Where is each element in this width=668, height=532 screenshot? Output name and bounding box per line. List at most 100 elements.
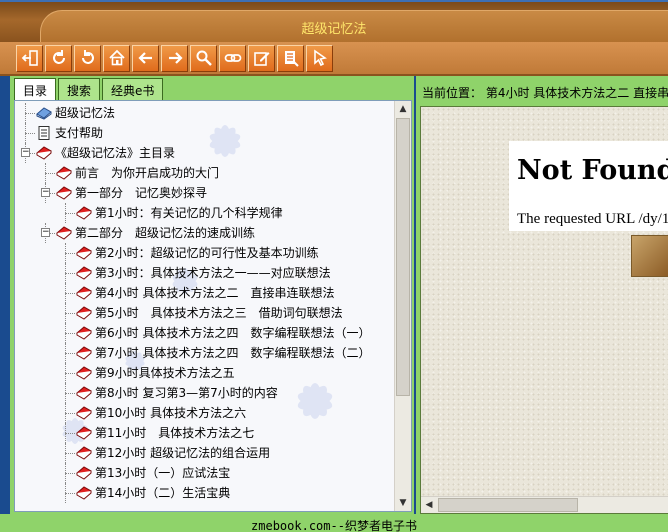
book-red-icon (76, 386, 92, 400)
tree-item[interactable]: 第6小时 具体技术方法之四 数字编程联想法（一） (15, 323, 393, 343)
tree-item-label: 第3小时：具体技术方法之一——对应联想法 (95, 266, 331, 280)
tree-item[interactable]: 第11小时 具体技术方法之七 (15, 423, 393, 443)
page-image (631, 235, 668, 277)
collapse-toggle-icon[interactable]: − (41, 228, 50, 237)
tree-connector (65, 493, 75, 494)
exit-button[interactable] (16, 44, 43, 72)
book-red-icon (76, 406, 92, 420)
tree-item[interactable]: 第12小时 超级记忆法的组合运用 (15, 443, 393, 463)
book-blue-icon (36, 106, 52, 120)
tree-connector (65, 473, 75, 474)
tree-connector (65, 283, 66, 303)
book-red-icon (56, 226, 72, 240)
page-message: The requested URL /dy/1 (517, 211, 668, 227)
tree-item-label: 第1小时：有关记忆的几个科学规律 (95, 206, 283, 220)
scroll-down-icon[interactable]: ▼ (395, 495, 411, 511)
navigation-panel: 目录 搜索 经典e书 超级记忆法支付帮助 − 《超级记忆法》主目录前言 为你开启成功… (10, 76, 414, 514)
tree-item-label: 第5小时 具体技术方法之三 借助词句联想法 (95, 306, 343, 320)
tree-item-label: 前言 为你开启成功的大门 (75, 166, 220, 180)
book-red-icon (76, 486, 92, 500)
tree-item[interactable]: 第1小时：有关记忆的几个科学规律 (15, 203, 393, 223)
tab-classic-ebooks[interactable]: 经典e书 (102, 78, 164, 100)
tree-item[interactable]: 第7小时 具体技术方法之四 数字编程联想法（二） (15, 343, 393, 363)
back-button[interactable] (132, 44, 159, 72)
links-button[interactable] (219, 44, 246, 72)
pointer-button[interactable] (306, 44, 333, 72)
tree-connector (65, 263, 66, 283)
tree-item[interactable]: 超级记忆法 (15, 103, 393, 123)
window-title: 超级记忆法 (301, 22, 367, 37)
tree-item[interactable]: 第5小时 具体技术方法之三 借助词句联想法 (15, 303, 393, 323)
rotate-back-button[interactable] (74, 44, 101, 72)
tree-item-label: 第6小时 具体技术方法之四 数字编程联想法（一） (95, 326, 371, 340)
tree-item[interactable]: 第3小时：具体技术方法之一——对应联想法 (15, 263, 393, 283)
tree-item[interactable]: 支付帮助 (15, 123, 393, 143)
tree-connector (65, 213, 75, 214)
tree-connector (65, 253, 75, 254)
book-red-icon (76, 466, 92, 480)
refresh-button[interactable] (45, 44, 72, 72)
book-red-icon (76, 206, 92, 220)
tree-vertical-scrollbar[interactable]: ▲ ▼ (394, 101, 411, 511)
tree-item-label: 超级记忆法 (55, 106, 116, 120)
tree-connector (65, 303, 66, 323)
home-button[interactable] (103, 44, 130, 72)
tree-item-label: 第一部分 记忆奥妙探寻 (75, 186, 208, 200)
tree-connector (25, 123, 26, 143)
contents-tree-view[interactable]: 超级记忆法支付帮助 − 《超级记忆法》主目录前言 为你开启成功的大门 − 第一部分 记忆… (14, 100, 412, 512)
tree-item[interactable]: 第2小时：超级记忆的可行性及基本功训练 (15, 243, 393, 263)
viewer-horizontal-scrollbar[interactable]: ◀ (421, 496, 668, 513)
tree-item-label: 第9小时具体技术方法之五 (95, 366, 235, 380)
contents-tree: 超级记忆法支付帮助 − 《超级记忆法》主目录前言 为你开启成功的大门 − 第一部分 记忆… (15, 103, 393, 503)
tree-item[interactable]: 前言 为你开启成功的大门 (15, 163, 393, 183)
tree-connector (65, 383, 66, 403)
tree-item[interactable]: 第8小时 复习第3—第7小时的内容 (15, 383, 393, 403)
tree-connector (45, 173, 55, 174)
book-red-icon (76, 306, 92, 320)
tree-item[interactable]: − 第一部分 记忆奥妙探寻 (15, 183, 393, 203)
tree-connector (65, 313, 75, 314)
tab-search[interactable]: 搜索 (58, 78, 101, 100)
tree-item[interactable]: 第14小时（二）生活宝典 (15, 483, 393, 503)
title-bar: 超级记忆法 (0, 0, 668, 44)
scroll-left-icon[interactable]: ◀ (421, 497, 437, 513)
scroll-thumb[interactable] (396, 118, 410, 396)
document-icon (36, 126, 52, 140)
edit-button[interactable] (248, 44, 275, 72)
tree-connector (25, 103, 26, 123)
h-scroll-thumb[interactable] (438, 498, 578, 512)
tree-item[interactable]: − 《超级记忆法》主目录 (15, 143, 393, 163)
tree-connector (65, 353, 75, 354)
tree-connector (65, 243, 66, 263)
links-icon (224, 54, 241, 62)
arrow-left-icon (137, 52, 152, 64)
tree-connector (65, 443, 66, 463)
home-icon (108, 49, 125, 66)
arrow-right-icon (168, 52, 183, 64)
forward-button[interactable] (161, 44, 188, 72)
tree-item[interactable]: 第9小时具体技术方法之五 (15, 363, 393, 383)
tree-item-label: 第11小时 具体技术方法之七 (95, 426, 255, 440)
search-button[interactable] (190, 44, 217, 72)
tree-connector (65, 453, 75, 454)
book-red-icon (56, 166, 72, 180)
notes-icon (284, 51, 299, 67)
tree-item-label: 《超级记忆法》主目录 (55, 146, 176, 160)
tab-contents[interactable]: 目录 (14, 78, 57, 102)
book-red-icon (76, 366, 92, 380)
tree-item[interactable]: 第13小时（一）应试法宝 (15, 463, 393, 483)
page-viewer[interactable]: Not Found The requested URL /dy/1 ◀ (420, 106, 668, 514)
refresh-icon (52, 50, 65, 64)
tree-item[interactable]: 第10小时 具体技术方法之六 (15, 403, 393, 423)
collapse-toggle-icon[interactable]: − (21, 148, 30, 157)
tree-item-label: 第4小时 具体技术方法之二 直接串连联想法 (95, 286, 335, 300)
tree-item-label: 第7小时 具体技术方法之四 数字编程联想法（二） (95, 346, 371, 360)
tree-item[interactable]: 第4小时 具体技术方法之二 直接串连联想法 (15, 283, 393, 303)
tree-connector (65, 373, 75, 374)
notes-button[interactable] (277, 44, 304, 72)
tree-connector (65, 403, 66, 423)
tree-item[interactable]: − 第二部分 超级记忆法的速成训练 (15, 223, 393, 243)
collapse-toggle-icon[interactable]: − (41, 188, 50, 197)
scroll-up-icon[interactable]: ▲ (395, 101, 411, 117)
tree-connector (65, 293, 75, 294)
